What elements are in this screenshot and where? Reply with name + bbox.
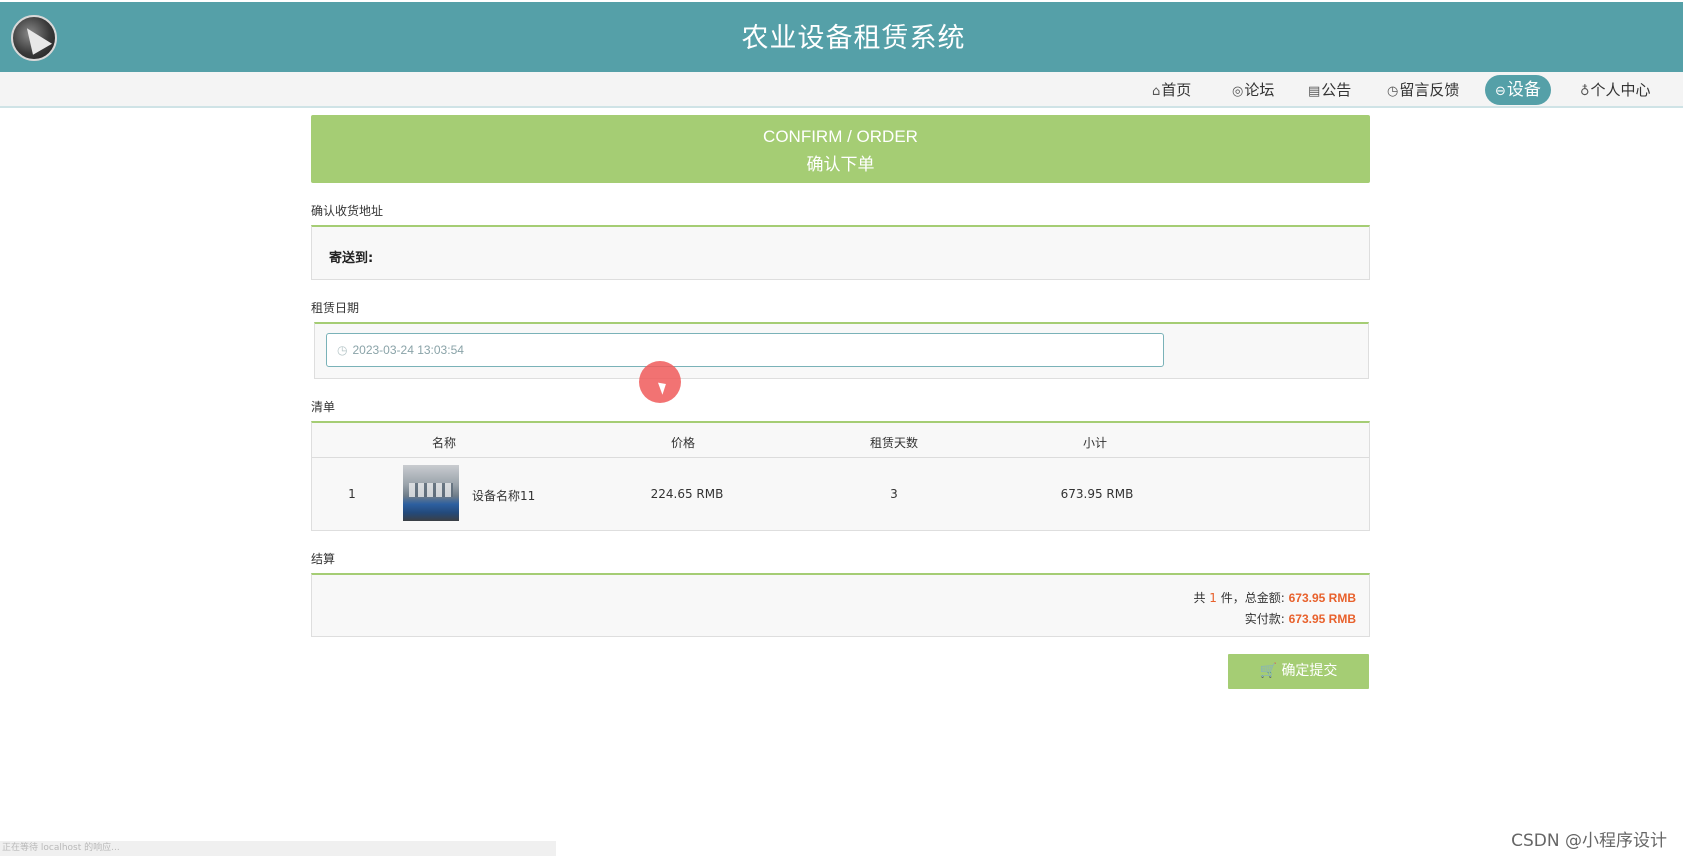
address-section-label: 确认收货地址 (311, 204, 384, 218)
page-banner: CONFIRM / ORDER 确认下单 (311, 115, 1370, 183)
paid-amount: 673.95 RMB (1288, 612, 1356, 626)
column-header-price: 价格 (670, 436, 695, 450)
column-header-subtotal: 小计 (1082, 436, 1107, 450)
address-box: 寄送到: (311, 225, 1370, 280)
nav-item-label: 个人中心 (1590, 81, 1651, 99)
forum-icon: ◎ (1232, 84, 1244, 99)
ship-to-label: 寄送到: (329, 251, 374, 266)
status-bar: 正在等待 localhost 的响应... (0, 841, 556, 856)
rental-date-input[interactable]: ◷ 2023-03-24 13:03:54 (326, 333, 1164, 367)
count-suffix: 件，总金额: (1220, 591, 1285, 605)
order-list-table: 名称 价格 租赁天数 小计 1 设备名称11 224.65 RMB 3 673.… (311, 421, 1370, 531)
column-header-name: 名称 (431, 436, 456, 450)
list-section-label: 清单 (311, 400, 336, 414)
table-row: 1 设备名称11 224.65 RMB 3 673.95 RMB (312, 458, 1369, 529)
paid-summary: 实付款: 673.95 RMB (1245, 610, 1356, 627)
rental-date-box: ◷ 2023-03-24 13:03:54 (314, 322, 1369, 379)
site-title: 农业设备租赁系统 (741, 23, 966, 54)
total-summary: 共 1 件，总金额: 673.95 RMB (1193, 589, 1356, 606)
watermark: CSDN @小程序设计 (1511, 831, 1667, 851)
home-icon: ⌂ (1152, 84, 1161, 99)
feedback-icon: ◷ (1387, 84, 1399, 99)
count-prefix: 共 (1193, 591, 1206, 605)
item-count: 1 (1209, 591, 1217, 605)
nav-item-home[interactable]: ⌂首页 (1144, 75, 1199, 105)
device-price: 224.65 RMB (650, 487, 724, 501)
table-header: 名称 价格 租赁天数 小计 (312, 423, 1369, 458)
banner-title-en: CONFIRM / ORDER (763, 127, 918, 146)
device-thumbnail[interactable] (403, 465, 459, 521)
nav-item-user-center[interactable]: ♁个人中心 (1572, 75, 1659, 105)
settlement-section-label: 结算 (311, 552, 336, 566)
paid-label: 实付款: (1244, 612, 1285, 626)
nav-item-notice[interactable]: ▤公告 (1300, 75, 1359, 105)
banner-title-zh: 确认下单 (806, 155, 875, 175)
settlement-box: 共 1 件，总金额: 673.95 RMB 实付款: 673.95 RMB (311, 573, 1370, 637)
row-index: 1 (348, 487, 356, 501)
cart-icon: 🛒 (1259, 663, 1277, 679)
nav-item-label: 留言反馈 (1399, 81, 1460, 99)
device-icon: ⊖ (1495, 84, 1506, 99)
main-nav: ⌂首页 ◎论坛 ▤公告 ◷留言反馈 ⊖设备 ♁个人中心 (0, 72, 1683, 108)
top-header: 农业设备租赁系统 (0, 2, 1683, 72)
nav-item-label: 论坛 (1244, 81, 1275, 99)
row-subtotal: 673.95 RMB (1060, 487, 1134, 501)
nav-item-forum[interactable]: ◎论坛 (1224, 75, 1282, 105)
device-name: 设备名称11 (472, 489, 536, 503)
nav-item-feedback[interactable]: ◷留言反馈 (1379, 75, 1467, 105)
nav-item-device[interactable]: ⊖设备 (1485, 75, 1551, 105)
nav-item-label: 公告 (1321, 81, 1352, 99)
nav-item-label: 设备 (1506, 80, 1541, 100)
rental-date-value: 2023-03-24 13:03:54 (352, 343, 464, 357)
clock-icon: ◷ (337, 343, 348, 357)
user-icon: ♁ (1580, 84, 1590, 99)
rental-date-section-label: 租赁日期 (311, 301, 360, 315)
notice-icon: ▤ (1308, 84, 1321, 99)
nav-item-label: 首页 (1161, 81, 1192, 99)
column-header-days: 租赁天数 (869, 436, 918, 450)
submit-label: 确定提交 (1281, 663, 1338, 679)
rental-days: 3 (890, 487, 898, 501)
total-amount: 673.95 RMB (1288, 591, 1356, 605)
submit-order-button[interactable]: 🛒 确定提交 (1228, 654, 1369, 689)
